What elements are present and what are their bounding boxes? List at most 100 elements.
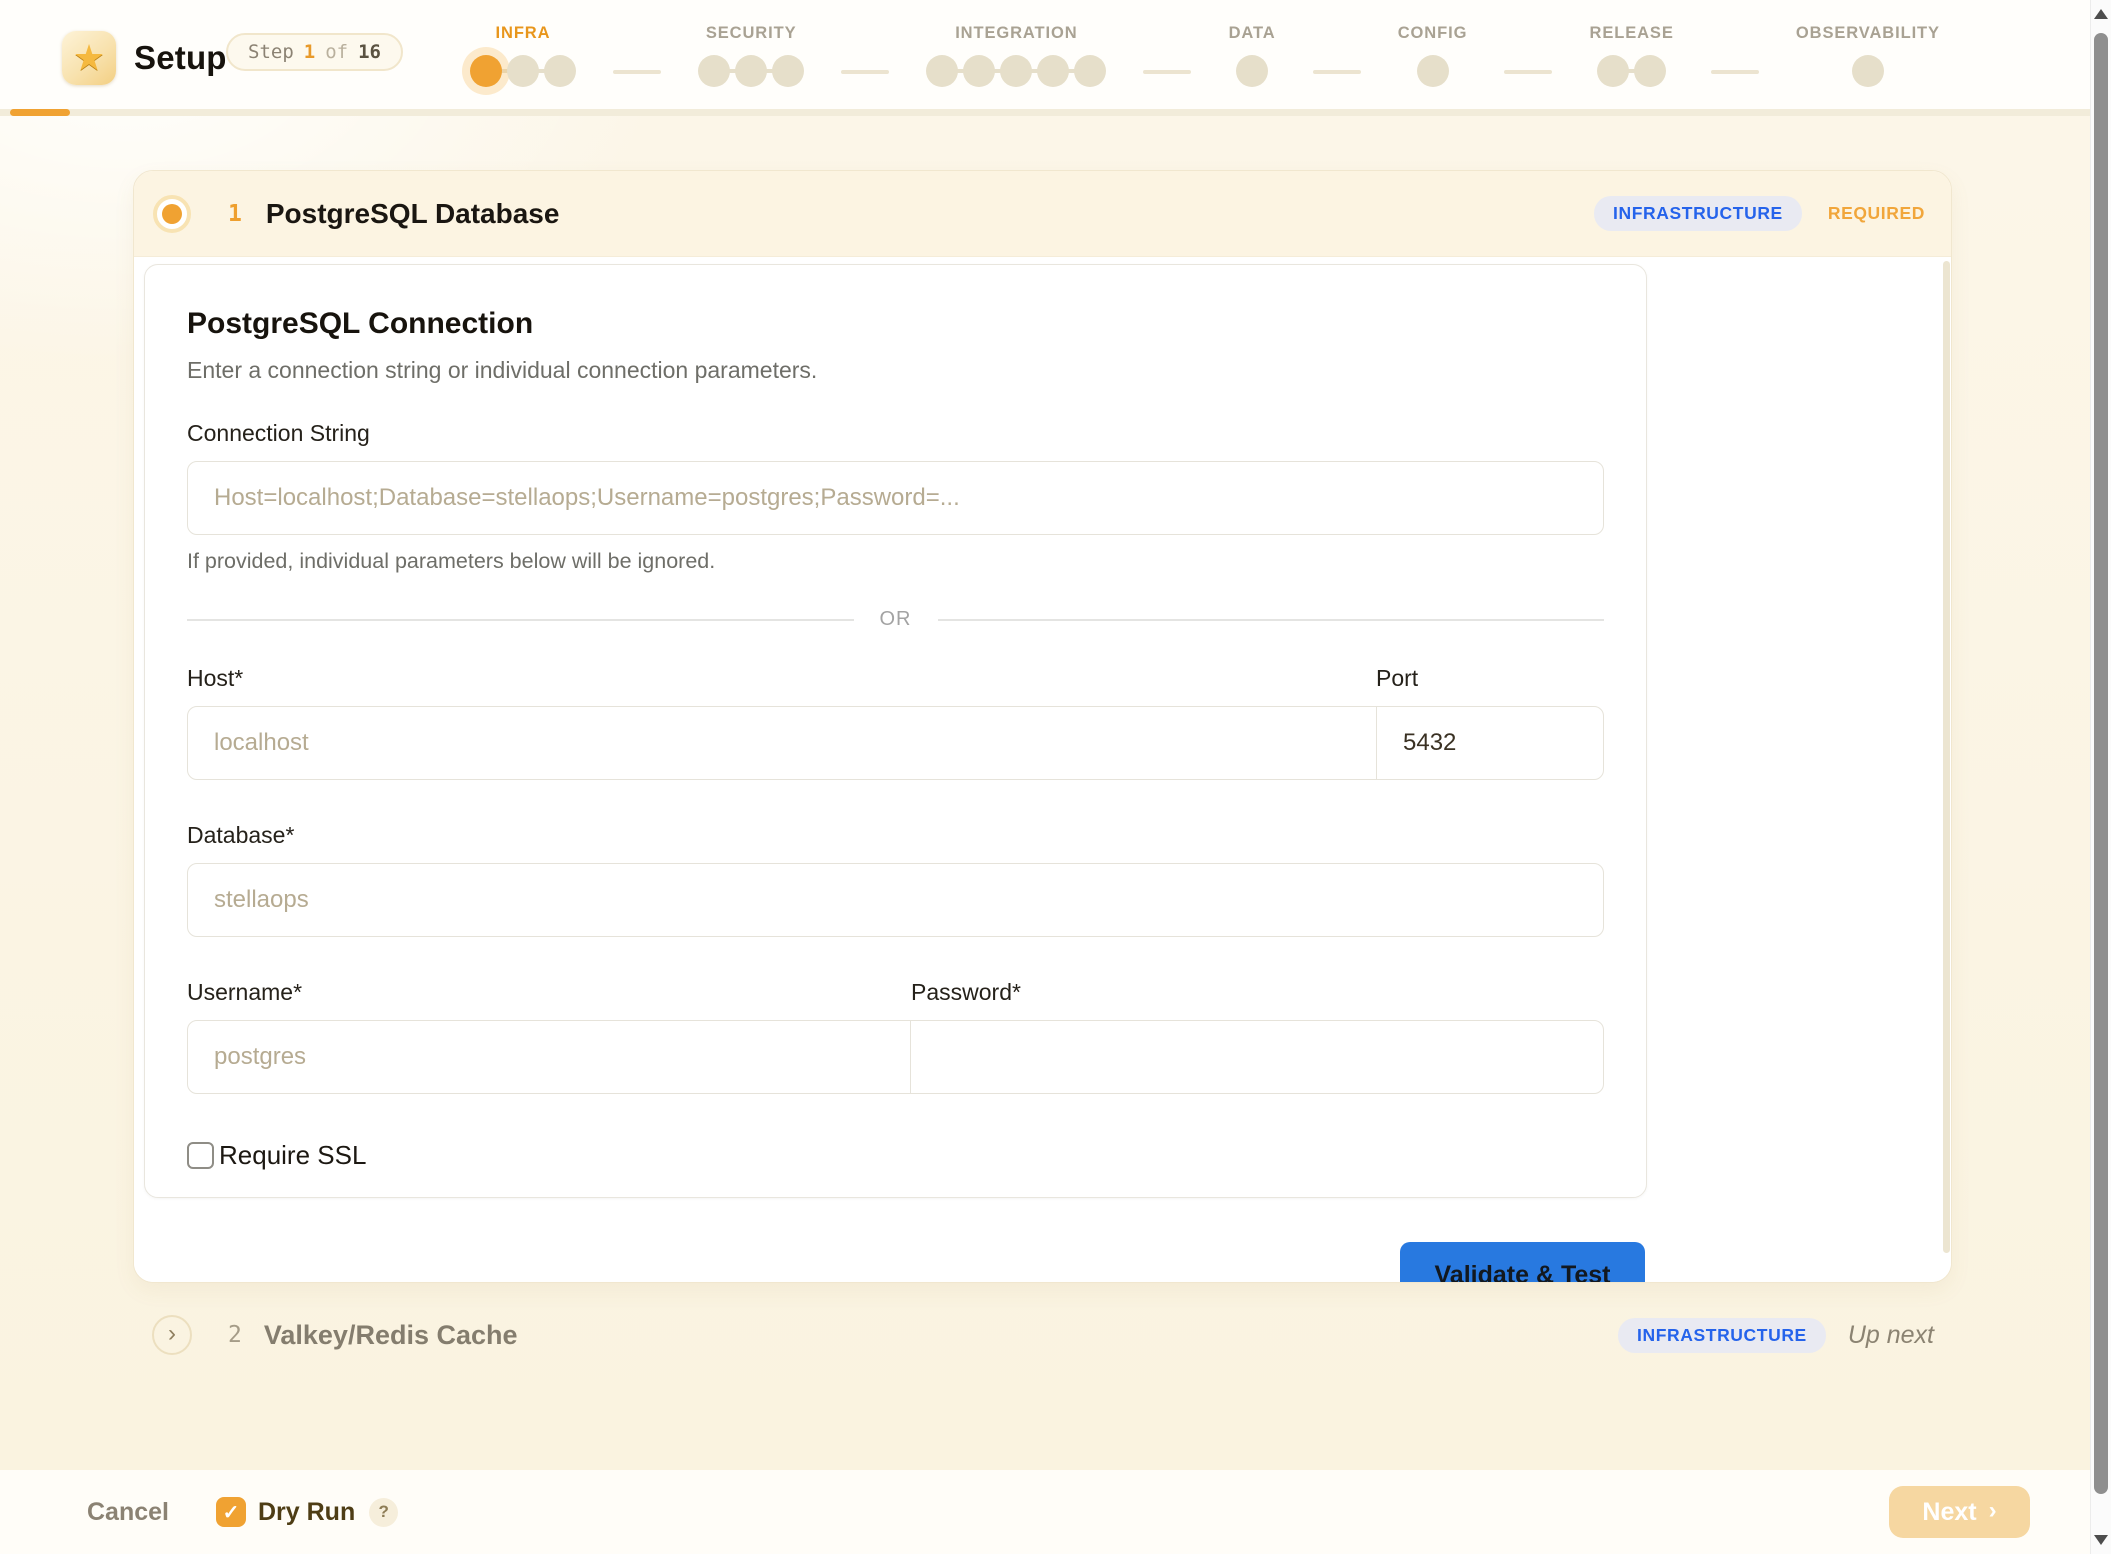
stepper-dot	[1634, 55, 1666, 87]
step-word: Step	[248, 35, 294, 69]
divider-line	[938, 619, 1605, 621]
step1-title: PostgreSQL Database	[266, 198, 560, 230]
stage-label: SECURITY	[706, 24, 797, 43]
stepper-dot	[963, 55, 995, 87]
app-viewport: ★ Setup Step 1 of 16 INFRA SECURITY INTE…	[0, 0, 2090, 1554]
divider-line	[187, 619, 854, 621]
stage-label: DATA	[1229, 24, 1276, 43]
stepper-connector	[1504, 70, 1552, 74]
chevron-right-icon: ›	[168, 1322, 176, 1346]
stepper-connector	[1313, 70, 1361, 74]
stepper-dot	[926, 55, 958, 87]
stepper-dot	[772, 55, 804, 87]
stepper-dot	[1037, 55, 1069, 87]
active-step-radio-icon[interactable]	[153, 195, 191, 233]
stepper-dot	[1417, 55, 1449, 87]
require-ssl-label: Require SSL	[219, 1140, 366, 1171]
stepper-connector	[1143, 70, 1191, 74]
connection-string-input[interactable]	[187, 461, 1604, 535]
form-heading: PostgreSQL Connection	[187, 307, 1604, 341]
card-scrollbar-thumb[interactable]	[1943, 261, 1950, 1253]
stepper-stage-config: CONFIG	[1398, 24, 1468, 88]
next-label: Next	[1922, 1498, 1976, 1527]
stepper-stage-release: RELEASE	[1590, 24, 1674, 88]
stepper-dot	[1597, 55, 1629, 87]
wizard-progress-track	[0, 109, 2090, 116]
dry-run-label: Dry Run	[258, 1498, 355, 1527]
divider-label: OR	[880, 608, 912, 631]
stepper-dot	[1236, 55, 1268, 87]
stage-label: RELEASE	[1590, 24, 1674, 43]
connection-string-help: If provided, individual parameters below…	[187, 549, 1604, 574]
stepper-stage-integration: INTEGRATION	[926, 24, 1106, 88]
password-input[interactable]	[910, 1020, 1604, 1094]
scroll-down-arrow-icon[interactable]	[2094, 1535, 2108, 1545]
step-of: of	[325, 35, 348, 69]
expand-step2-button[interactable]: ›	[152, 1315, 192, 1355]
step-total: 16	[358, 35, 381, 69]
stage-label: OBSERVABILITY	[1796, 24, 1940, 43]
dry-run-checkbox[interactable]: ✓	[216, 1497, 246, 1527]
host-input[interactable]	[187, 706, 1377, 780]
help-icon: ?	[379, 1502, 389, 1522]
app-logo-icon: ★	[62, 31, 116, 85]
step2-number: 2	[228, 1322, 242, 1348]
stage-dots	[926, 54, 1106, 88]
stepper-dot	[1074, 55, 1106, 87]
stepper-dot	[1000, 55, 1032, 87]
stepper-connector	[1711, 70, 1759, 74]
host-label: Host*	[187, 665, 1376, 692]
wizard-stepper: INFRA SECURITY INTEGRATION DATA CONFIG	[470, 24, 1940, 88]
step1-accordion-header[interactable]: 1 PostgreSQL Database INFRASTRUCTURE REQ…	[134, 171, 1951, 257]
stepper-dot	[1852, 55, 1884, 87]
check-icon: ✓	[223, 1500, 240, 1525]
step2-badges: INFRASTRUCTURE Up next	[1618, 1318, 1934, 1353]
stage-label: CONFIG	[1398, 24, 1468, 43]
category-badge: INFRASTRUCTURE	[1618, 1318, 1826, 1353]
password-label: Password*	[911, 979, 1604, 1006]
step2-accordion-header[interactable]: › 2 Valkey/Redis Cache INFRASTRUCTURE Up…	[133, 1300, 1952, 1370]
connection-string-label: Connection String	[187, 420, 1604, 447]
require-ssl-checkbox[interactable]	[187, 1142, 214, 1169]
stage-dots	[1417, 54, 1449, 88]
stage-dots	[1236, 54, 1268, 88]
or-divider: OR	[187, 608, 1604, 631]
step-counter-badge: Step 1 of 16	[226, 33, 403, 71]
require-ssl-row[interactable]: Require SSL	[187, 1140, 1604, 1171]
step-current: 1	[304, 35, 315, 69]
username-input[interactable]	[187, 1020, 911, 1094]
stepper-dot	[735, 55, 767, 87]
step1-card: 1 PostgreSQL Database INFRASTRUCTURE REQ…	[133, 170, 1952, 1283]
stage-label: INFRA	[496, 24, 551, 43]
dry-run-toggle[interactable]: ✓ Dry Run ?	[216, 1497, 398, 1527]
step1-number: 1	[228, 201, 242, 227]
stage-dots	[1852, 54, 1884, 88]
page-scrollbar-thumb[interactable]	[2094, 33, 2108, 1494]
database-label: Database*	[187, 822, 1604, 849]
wizard-footer: Cancel ✓ Dry Run ? Next ›	[0, 1470, 2090, 1554]
stepper-dot	[544, 55, 576, 87]
page-scrollbar[interactable]	[2090, 0, 2111, 1554]
required-badge: REQUIRED	[1828, 203, 1925, 224]
port-label: Port	[1376, 665, 1604, 692]
up-next-status: Up next	[1848, 1321, 1934, 1350]
next-button[interactable]: Next ›	[1889, 1486, 2030, 1538]
stepper-dot	[470, 55, 502, 87]
form-description: Enter a connection string or individual …	[187, 357, 1604, 384]
stepper-connector	[613, 70, 661, 74]
chevron-right-icon: ›	[1989, 1499, 1997, 1526]
port-input[interactable]	[1376, 706, 1604, 780]
step1-card-body: PostgreSQL Connection Enter a connection…	[134, 257, 1951, 1282]
app-header: ★ Setup Step 1 of 16 INFRA SECURITY INTE…	[0, 0, 2090, 116]
cancel-button[interactable]: Cancel	[87, 1498, 169, 1527]
username-label: Username*	[187, 979, 911, 1006]
validate-test-button[interactable]: Validate & Test	[1400, 1242, 1645, 1283]
dry-run-help-button[interactable]: ?	[369, 1498, 398, 1527]
star-icon: ★	[73, 37, 105, 79]
stage-dots	[470, 54, 576, 88]
database-input[interactable]	[187, 863, 1604, 937]
stepper-dot	[507, 55, 539, 87]
scroll-up-arrow-icon[interactable]	[2094, 9, 2108, 19]
step2-title: Valkey/Redis Cache	[264, 1320, 518, 1351]
step1-badges: INFRASTRUCTURE REQUIRED	[1594, 196, 1925, 231]
